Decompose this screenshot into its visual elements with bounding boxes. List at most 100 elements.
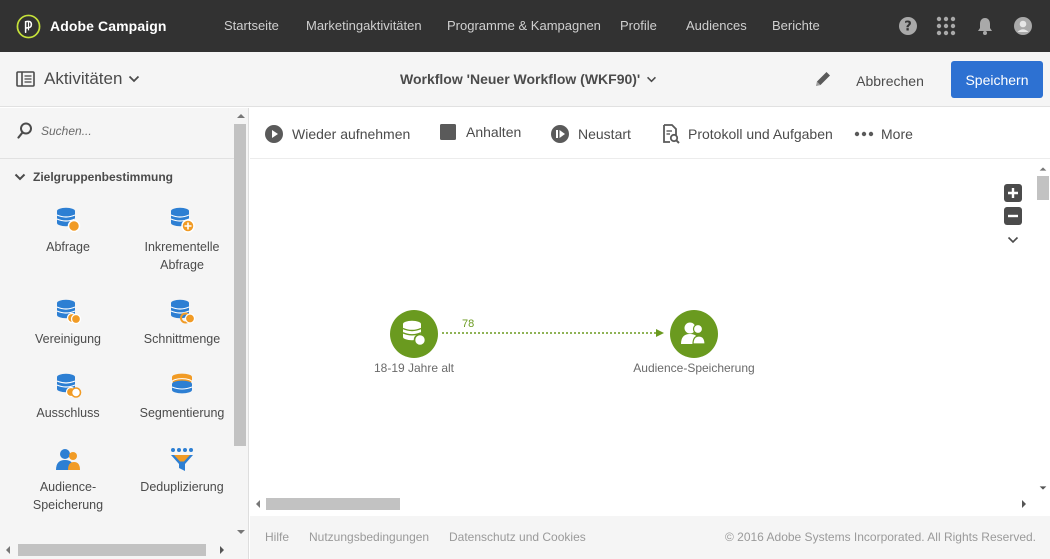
cancel-button[interactable]: Abbrechen [846,67,934,95]
user-avatar-icon[interactable] [1013,16,1033,36]
bell-icon[interactable] [975,16,995,36]
scroll-up-arrow-icon[interactable] [235,112,247,120]
stop-label: Anhalten [466,124,522,140]
stop-icon [440,124,456,140]
node-label: 18-19 Jahre alt [373,361,455,375]
activity-save-audience[interactable]: Audience-Speicherung [13,446,123,514]
scrollbar-thumb[interactable] [1037,176,1049,200]
copyright-text: © 2016 Adobe Systems Incorporated. All R… [724,530,1036,544]
chevron-down-icon [14,173,26,181]
activity-intersection[interactable]: Schnittmenge [127,298,237,348]
search-input[interactable] [41,123,191,138]
group-header-targeting[interactable]: Zielgruppenbestimmung [14,170,173,184]
transition-count: 78 [462,318,475,330]
nav-item-marketing-activities[interactable]: Marketingaktivitäten [306,18,422,33]
incremental-query-icon [170,207,195,233]
app-name: Adobe Campaign [50,18,167,34]
workflow-title-dropdown[interactable]: Workflow 'Neuer Workflow (WKF90)' [400,71,657,87]
resume-button[interactable]: Wieder aufnehmen [264,124,410,144]
activity-label: Vereinigung [34,332,102,346]
footer-link-privacy[interactable]: Datenschutz und Cookies [449,530,586,544]
scroll-up-arrow-icon[interactable] [1038,165,1048,173]
query-icon [402,320,427,347]
more-dots-icon [854,131,874,137]
edit-pencil-icon[interactable] [812,68,834,90]
scroll-right-arrow-icon[interactable] [1020,498,1028,510]
activity-exclusion[interactable]: Ausschluss [13,372,123,422]
activity-label: Abfrage [46,240,90,254]
activity-label: Audience-Speicherung [32,480,104,512]
workflow-title: Workflow 'Neuer Workflow (WKF90)' [400,71,641,87]
scrollbar-thumb[interactable] [266,498,400,510]
restart-label: Neustart [578,126,631,142]
nav-item-reports[interactable]: Berichte [772,18,820,33]
brand[interactable]: Adobe Campaign [16,12,167,40]
footer-link-help[interactable]: Hilfe [265,530,289,544]
scroll-down-arrow-icon[interactable] [235,528,247,536]
save-audience-icon [681,322,706,345]
workflow-toolbar: Wieder aufnehmen Anhalten Neustart Proto… [250,108,1050,159]
activity-label: Ausschluss [36,406,100,420]
log-and-tasks-button[interactable]: Protokoll und Aufgaben [662,124,833,144]
group-title: Zielgruppenbestimmung [33,170,174,184]
activity-palette: Zielgruppenbestimmung Abfrage Inkremente… [0,108,249,559]
exclusion-icon [56,373,82,398]
nav-item-startseite[interactable]: Startseite [224,18,279,33]
zoom-out-icon[interactable] [1004,207,1022,225]
palette-horizontal-scrollbar[interactable] [6,542,234,556]
more-label: More [881,126,913,142]
canvas-horizontal-scrollbar[interactable] [256,497,1032,511]
chevron-down-icon[interactable] [1007,236,1019,244]
play-icon [265,125,283,143]
footer: Hilfe Nutzungsbedingungen Datenschutz un… [250,516,1050,559]
canvas-vertical-scrollbar[interactable] [1036,167,1049,494]
top-navigation-bar: Adobe Campaign Startseite Marketingaktiv… [0,0,1050,52]
nav-item-profiles[interactable]: Profile [620,18,657,33]
activity-query[interactable]: Abfrage [13,206,123,256]
palette-vertical-scrollbar[interactable] [234,114,246,534]
activity-label: Inkrementelle Abfrage [144,240,220,272]
scrollbar-thumb[interactable] [18,544,206,556]
footer-link-terms[interactable]: Nutzungsbedingungen [309,530,429,544]
nav-item-programs-campaigns[interactable]: Programme & Kampagnen [447,18,601,33]
activity-label: Deduplizierung [140,480,224,494]
segmentation-icon [171,373,193,394]
deduplication-icon [171,448,193,471]
activities-title: Aktivitäten [44,69,123,88]
intersection-icon [170,299,196,324]
scrollbar-thumb[interactable] [234,124,246,446]
stop-button[interactable]: Anhalten [440,124,521,140]
divider [0,158,234,159]
workflow-node-save-audience[interactable] [670,310,718,358]
activity-incremental-query[interactable]: Inkrementelle Abfrage [127,206,237,274]
union-icon [56,299,82,325]
restart-icon [551,125,569,143]
zoom-in-icon[interactable] [1004,184,1022,202]
restart-button[interactable]: Neustart [550,124,631,144]
nav-item-audiences[interactable]: Audiences [686,18,747,33]
log-search-icon [663,124,680,144]
scroll-right-arrow-icon[interactable] [218,544,226,556]
workflow-node-query[interactable] [390,310,438,358]
activity-union[interactable]: Vereinigung [13,298,123,348]
chevron-down-icon [647,76,657,82]
save-audience-icon [56,449,80,470]
node-label: Audience-Speicherung [633,361,755,375]
scroll-down-arrow-icon[interactable] [1038,484,1048,492]
activity-label: Schnittmenge [143,332,221,346]
palette-search [17,122,191,139]
panel-icon [16,71,35,87]
save-button[interactable]: Speichern [951,61,1043,98]
apps-grid-icon[interactable] [936,16,956,36]
activity-deduplication[interactable]: Deduplizierung [127,446,237,496]
activity-segmentation[interactable]: Segmentierung [127,372,237,422]
scroll-left-arrow-icon[interactable] [4,544,12,556]
svg-text:?: ? [904,20,912,35]
scroll-left-arrow-icon[interactable] [254,498,262,510]
transition-arrow[interactable] [442,327,668,339]
resume-label: Wieder aufnehmen [292,126,411,142]
workflow-canvas[interactable]: 18-19 Jahre alt 78 Audience-Speicherung [250,160,1050,515]
activities-panel-toggle[interactable]: Aktivitäten [16,69,140,89]
more-button[interactable]: More [854,126,913,142]
help-icon[interactable]: ? [898,16,918,36]
